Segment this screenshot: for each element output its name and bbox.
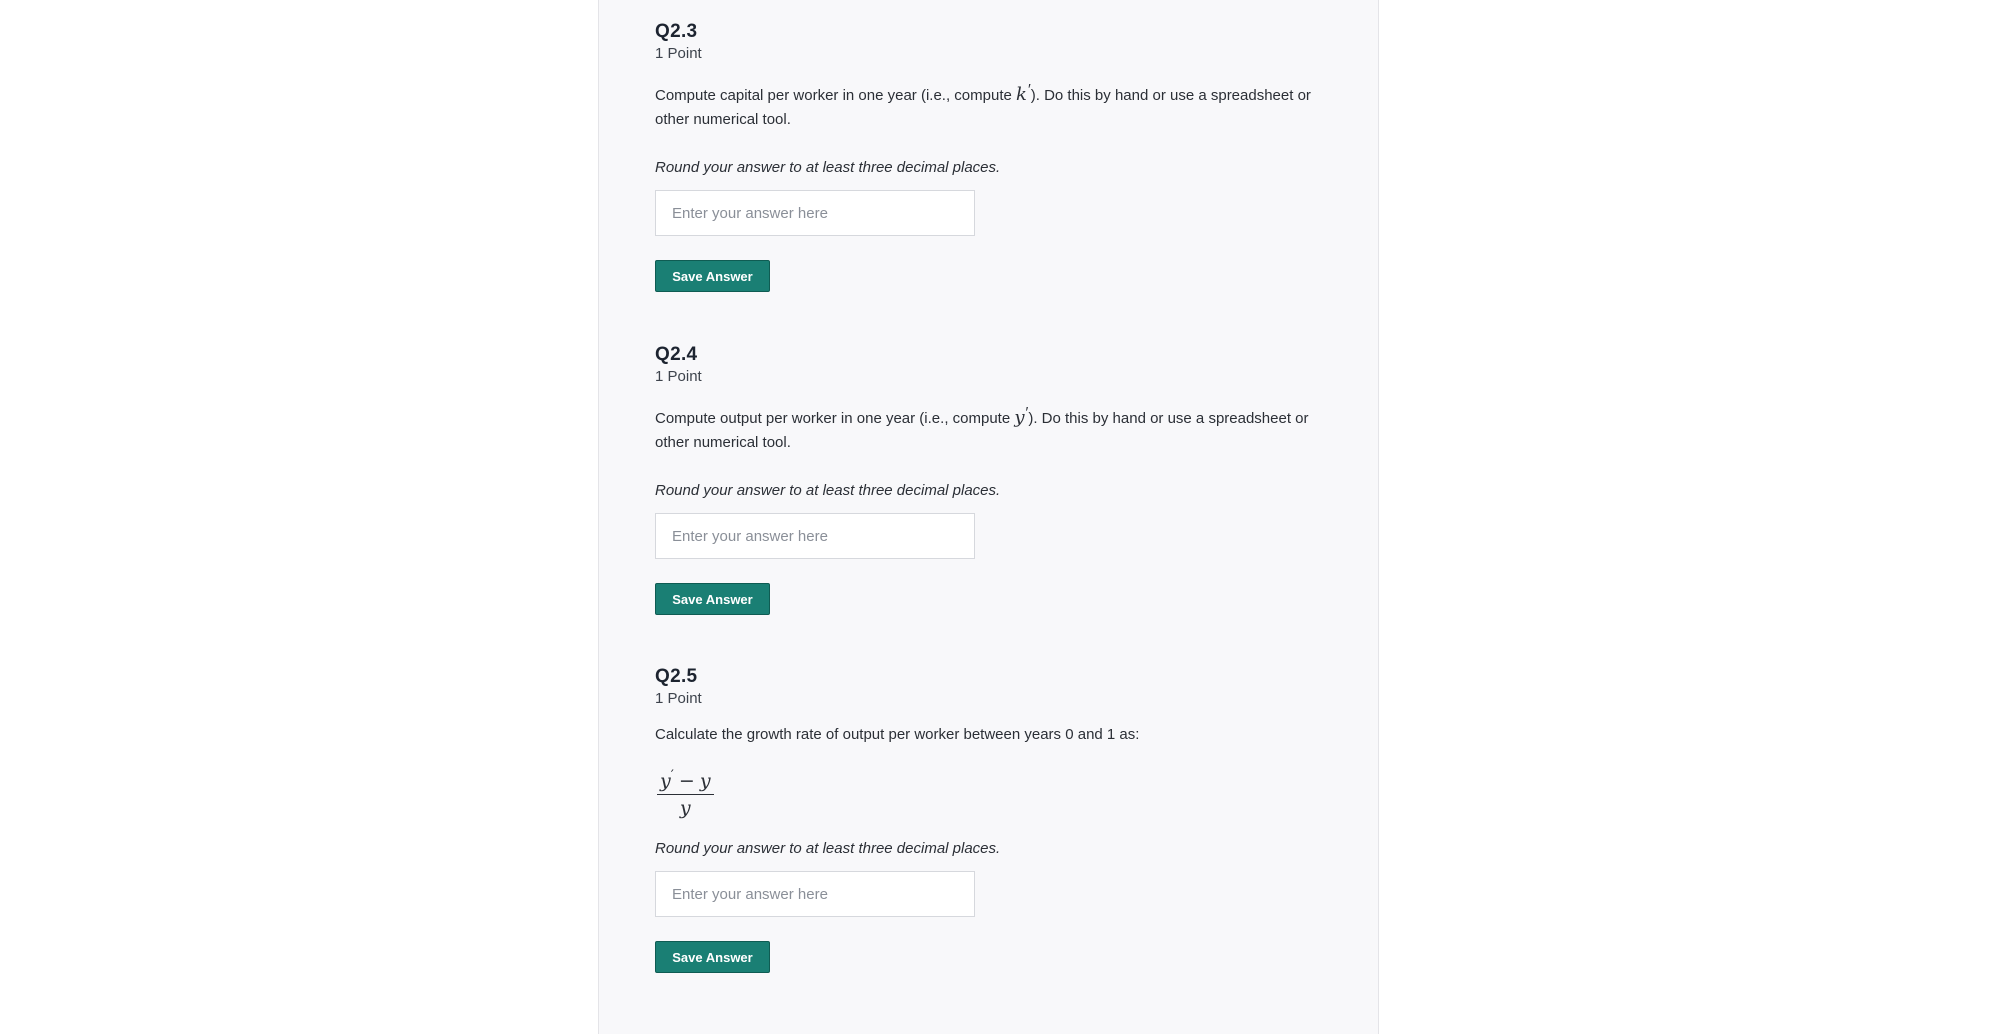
round-note: Round your answer to at least three deci… xyxy=(655,840,1001,857)
formula-numerator: y′ − y xyxy=(657,765,714,795)
round-note: Round your answer to at least three deci… xyxy=(655,159,1001,176)
question-text-before: Compute capital per worker in one year (… xyxy=(655,87,1017,104)
save-answer-button[interactable]: Save Answer xyxy=(655,260,770,292)
answer-input[interactable] xyxy=(655,190,975,236)
question-q2-3: Q2.3 1 Point Compute capital per worker … xyxy=(655,20,1335,292)
question-text-before: Compute output per worker in one year (i… xyxy=(655,410,1015,427)
formula-denominator: y xyxy=(679,797,691,819)
formula-var: y xyxy=(699,770,711,792)
math-variable: y xyxy=(1014,407,1025,428)
question-text: Calculate the growth rate of output per … xyxy=(655,726,1140,743)
question-q2-5: Q2.5 1 Point Calculate the growth rate o… xyxy=(655,665,1335,973)
save-answer-button[interactable]: Save Answer xyxy=(655,941,770,973)
question-title: Q2.4 xyxy=(655,344,698,365)
growth-rate-formula: y′ − y y xyxy=(657,765,714,819)
formula-var: y xyxy=(660,770,671,792)
question-title: Q2.5 xyxy=(655,666,698,687)
round-note: Round your answer to at least three deci… xyxy=(655,482,1001,499)
question-points: 1 Point xyxy=(655,690,702,707)
formula-prime: ′ xyxy=(670,768,674,784)
formula-minus: − xyxy=(678,770,695,792)
question-text: Compute output per worker in one year (i… xyxy=(655,401,1335,455)
question-q2-4: Q2.4 1 Point Compute output per worker i… xyxy=(655,343,1335,615)
question-text: Compute capital per worker in one year (… xyxy=(655,78,1335,132)
math-variable: k xyxy=(1016,84,1027,105)
save-answer-button[interactable]: Save Answer xyxy=(655,583,770,615)
answer-input[interactable] xyxy=(655,513,975,559)
answer-input[interactable] xyxy=(655,871,975,917)
question-panel: Q2.3 1 Point Compute capital per worker … xyxy=(598,0,1379,1034)
question-title: Q2.3 xyxy=(655,21,698,42)
question-points: 1 Point xyxy=(655,45,702,62)
question-points: 1 Point xyxy=(655,368,702,385)
